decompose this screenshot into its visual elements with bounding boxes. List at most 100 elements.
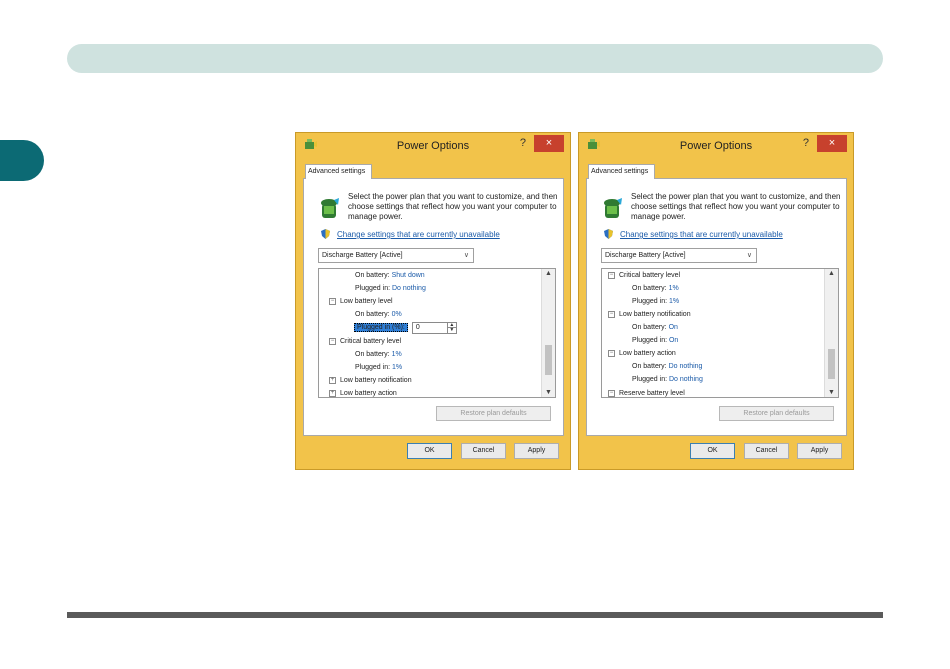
tab-advanced-settings[interactable]: Advanced settings — [305, 164, 372, 179]
help-button[interactable]: ? — [803, 137, 809, 149]
dialog-title: Power Options — [396, 140, 470, 152]
close-button[interactable]: × — [817, 135, 847, 152]
setting-value-link[interactable]: Do nothing — [392, 285, 426, 292]
chevron-down-icon: ∨ — [746, 252, 752, 259]
collapse-icon[interactable]: − — [329, 298, 336, 305]
tree-group-label[interactable]: Low battery level — [340, 298, 393, 305]
collapse-icon[interactable]: − — [329, 338, 336, 345]
vertical-scrollbar[interactable]: ▲ ▼ — [824, 269, 838, 397]
tree-row: Plugged in: On — [632, 335, 678, 348]
tree-row: On battery: Do nothing — [632, 361, 702, 374]
spin-down-icon[interactable]: ▼ — [446, 328, 456, 333]
setting-label: On battery: — [355, 351, 390, 358]
scroll-up-icon[interactable]: ▲ — [828, 270, 835, 277]
header-band — [67, 44, 883, 73]
setting-value-link[interactable]: On — [669, 337, 678, 344]
cancel-button[interactable]: Cancel — [744, 443, 789, 459]
tree-group-label[interactable]: Reserve battery level — [619, 390, 685, 397]
power-plan-select[interactable]: Discharge Battery [Active] ∨ — [318, 248, 474, 263]
power-options-dialog-2: Power Options ? × Advanced settings Sele… — [578, 132, 854, 470]
footer-rule — [67, 612, 883, 618]
expand-icon[interactable]: + — [329, 377, 336, 384]
setting-label: Plugged in: — [355, 285, 391, 292]
tree-group-label[interactable]: Low battery notification — [619, 311, 691, 318]
setting-value-link[interactable]: Do nothing — [669, 376, 703, 383]
tree-row: On battery: On — [632, 322, 678, 335]
tree-row: On battery: Shut down — [355, 270, 425, 283]
tree-group-label[interactable]: Low battery action — [340, 390, 397, 397]
collapse-icon[interactable]: − — [608, 272, 615, 279]
setting-label: On battery: — [355, 311, 390, 318]
tree-row: − Low battery notification — [608, 309, 691, 322]
collapse-icon[interactable]: − — [608, 350, 615, 357]
change-settings-link[interactable]: Change settings that are currently unava… — [337, 230, 500, 239]
setting-label: Plugged in: — [632, 337, 668, 344]
setting-value-link[interactable]: Shut down — [392, 272, 425, 279]
setting-label: Plugged in: — [355, 364, 391, 371]
tree-row: − Reserve battery level — [608, 388, 685, 397]
apply-button[interactable]: Apply — [514, 443, 559, 459]
settings-tree[interactable]: On battery: Shut down Plugged in: Do not… — [318, 268, 556, 398]
close-button[interactable]: × — [534, 135, 564, 152]
setting-label: On battery: — [355, 272, 390, 279]
restore-plan-defaults-button[interactable]: Restore plan defaults — [719, 406, 834, 421]
power-plan-icon — [604, 198, 622, 218]
setting-label: On battery: — [632, 363, 667, 370]
setting-value-link[interactable]: 1% — [392, 351, 402, 358]
tree-group-label[interactable]: Low battery action — [619, 350, 676, 357]
tree-row: Plugged in (%): 0 ▲ ▼ — [354, 322, 457, 335]
power-plan-icon — [321, 198, 339, 218]
tree-group-label[interactable]: Critical battery level — [340, 338, 401, 345]
shield-icon — [604, 229, 613, 239]
scroll-up-icon[interactable]: ▲ — [545, 270, 552, 277]
ok-button[interactable]: OK — [407, 443, 452, 459]
change-settings-link[interactable]: Change settings that are currently unava… — [620, 230, 783, 239]
tree-row: − Critical battery level — [608, 270, 680, 283]
scroll-down-icon[interactable]: ▼ — [828, 389, 835, 396]
scroll-down-icon[interactable]: ▼ — [545, 389, 552, 396]
restore-plan-defaults-button[interactable]: Restore plan defaults — [436, 406, 551, 421]
tree-row: − Critical battery level — [329, 336, 401, 349]
spinbox-value[interactable]: 0 — [416, 323, 420, 333]
setting-value-link[interactable]: 1% — [669, 285, 679, 292]
collapse-icon[interactable]: − — [608, 311, 615, 318]
tree-row: Plugged in: Do nothing — [632, 374, 703, 387]
help-button[interactable]: ? — [520, 137, 526, 149]
tree-row: + Low battery notification — [329, 375, 412, 388]
plan-description: Select the power plan that you want to c… — [348, 192, 558, 221]
tree-row: − Low battery level — [329, 296, 393, 309]
settings-tree[interactable]: − Critical battery level On battery: 1% P… — [601, 268, 839, 398]
setting-value-link[interactable]: Do nothing — [669, 363, 703, 370]
tree-group-label[interactable]: Critical battery level — [619, 272, 680, 279]
apply-button[interactable]: Apply — [797, 443, 842, 459]
tab-advanced-settings[interactable]: Advanced settings — [588, 164, 655, 179]
cancel-button[interactable]: Cancel — [461, 443, 506, 459]
tree-group-label[interactable]: Low battery notification — [340, 377, 412, 384]
tree-row: + Low battery action — [329, 388, 397, 397]
tree-row: Plugged in: 1% — [355, 362, 402, 375]
setting-value-link[interactable]: On — [669, 324, 678, 331]
setting-label: On battery: — [632, 324, 667, 331]
power-plan-selected: Discharge Battery [Active] — [322, 252, 403, 259]
expand-icon[interactable]: + — [329, 390, 336, 397]
scrollbar-thumb[interactable] — [828, 349, 835, 379]
ok-button[interactable]: OK — [690, 443, 735, 459]
power-options-dialog-1: Power Options ? × Advanced settings Sele… — [295, 132, 571, 470]
setting-value-link[interactable]: 0% — [392, 311, 402, 318]
scrollbar-thumb[interactable] — [545, 345, 552, 375]
setting-label: On battery: — [632, 285, 667, 292]
tree-row: On battery: 1% — [632, 283, 679, 296]
power-plan-selected: Discharge Battery [Active] — [605, 252, 686, 259]
tree-row: On battery: 1% — [355, 349, 402, 362]
setting-value-link[interactable]: 1% — [392, 364, 402, 371]
setting-label: Plugged in: — [632, 376, 668, 383]
setting-value-link[interactable]: 1% — [669, 298, 679, 305]
chapter-tab-marker — [0, 140, 44, 181]
vertical-scrollbar[interactable]: ▲ ▼ — [541, 269, 555, 397]
tree-row: Plugged in: 1% — [632, 296, 679, 309]
percent-spinbox[interactable]: 0 ▲ ▼ — [411, 322, 457, 334]
collapse-icon[interactable]: − — [608, 390, 615, 397]
dialog-title: Power Options — [679, 140, 753, 152]
power-plan-select[interactable]: Discharge Battery [Active] ∨ — [601, 248, 757, 263]
settings-tree-content: − Critical battery level On battery: 1% P… — [602, 269, 825, 397]
